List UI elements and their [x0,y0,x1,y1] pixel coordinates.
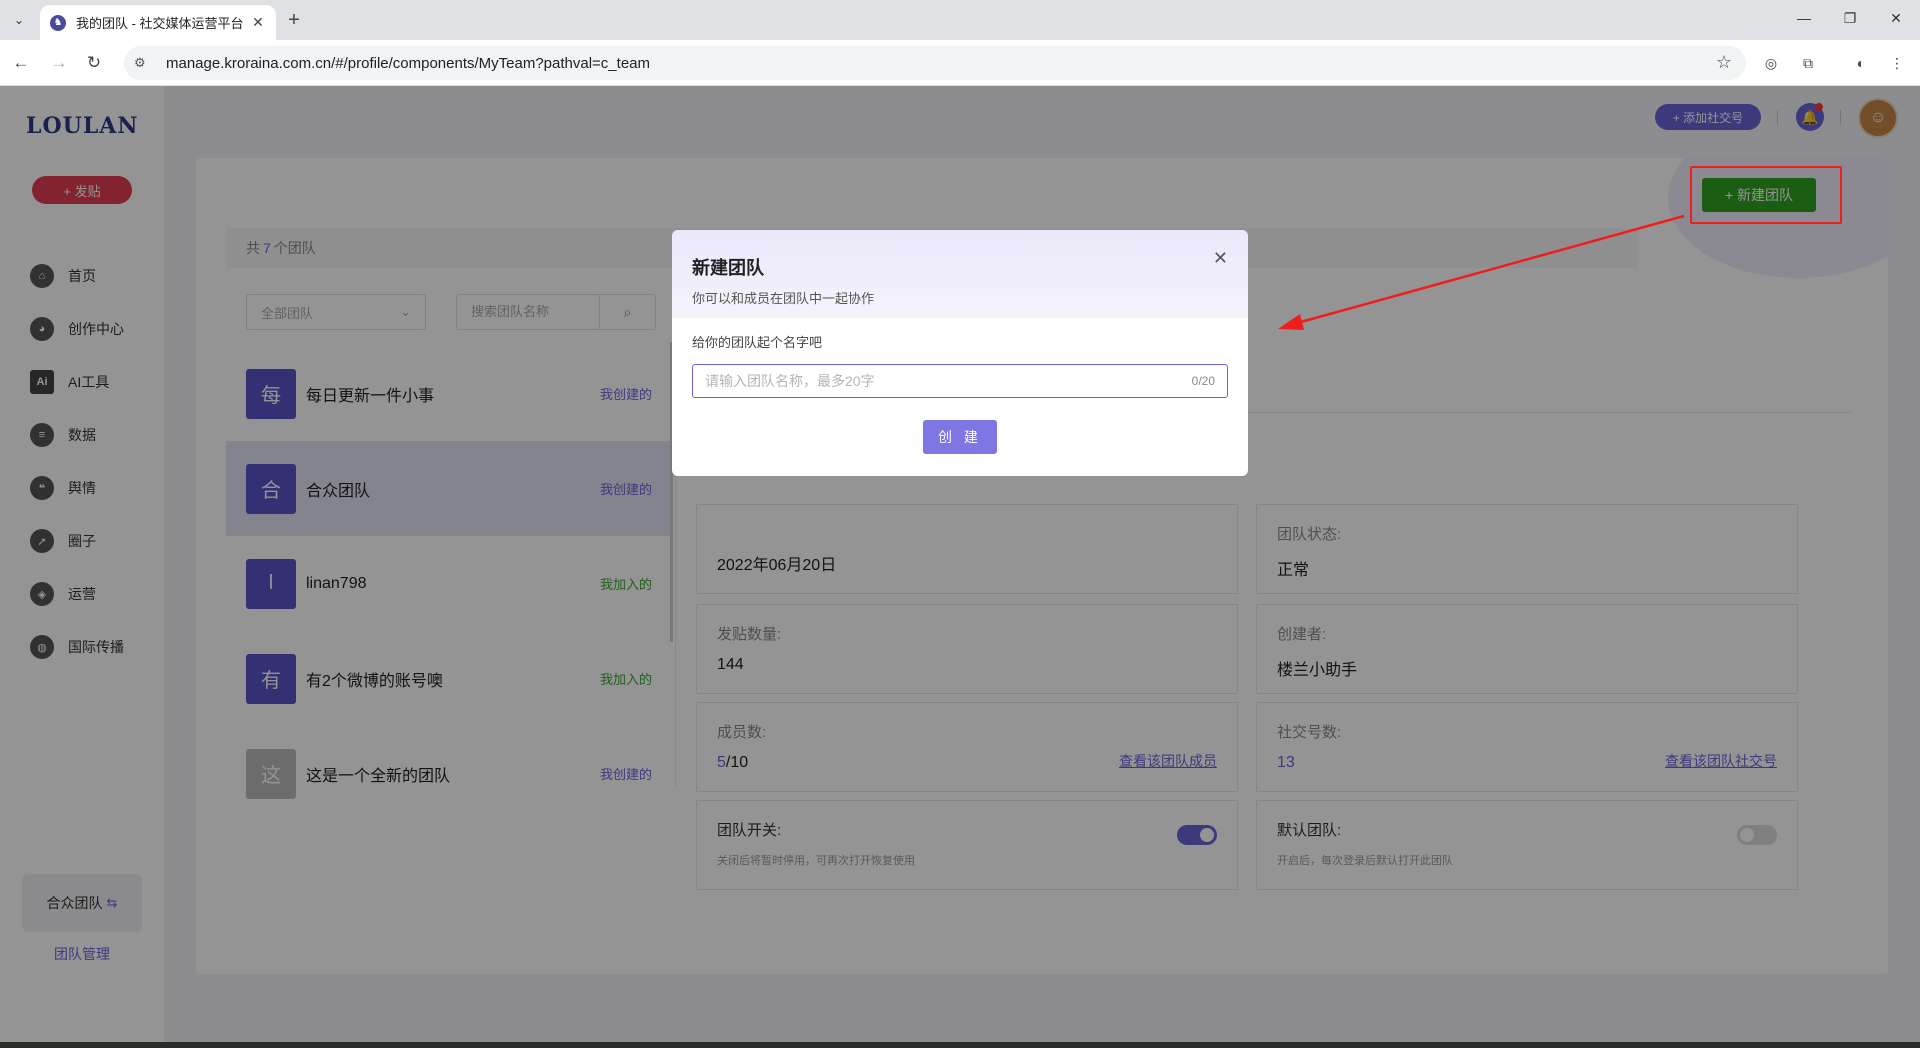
tab-title: 我的团队 - 社交媒体运营平台 [76,16,244,31]
forward-icon[interactable]: → [48,52,70,74]
team-name-input[interactable] [705,373,1192,389]
url-text: manage.kroraina.com.cn/#/profile/compone… [166,54,650,72]
team-name-field: 0/20 [692,364,1228,398]
browser-menu-icon[interactable]: ⋮ [1886,52,1908,74]
create-team-button[interactable]: 创 建 [923,420,997,454]
close-icon[interactable]: ✕ [1213,248,1228,269]
bookmark-star-icon[interactable]: ☆ [1716,52,1732,73]
address-bar[interactable]: ⚙ manage.kroraina.com.cn/#/profile/compo… [124,46,1746,80]
site-favicon-icon: ♞ [50,14,66,31]
extensions-puzzle-icon[interactable]: ⧉ [1797,52,1819,74]
modal-prompt: 给你的团队起个名字吧 [692,335,823,350]
os-taskbar [0,1042,1920,1048]
site-info-icon[interactable]: ⚙ [134,55,156,71]
browser-tab-active[interactable]: ♞ 我的团队 - 社交媒体运营平台 ✕ [40,5,276,40]
reload-icon[interactable]: ↻ [83,52,105,74]
extension-circle-icon[interactable]: ◎ [1760,52,1782,74]
new-tab-icon[interactable]: + [283,9,305,31]
restore-icon[interactable]: ❐ [1840,10,1860,27]
modal-subtitle: 你可以和成员在团队中一起协作 [692,291,875,306]
minimize-icon[interactable]: — [1794,10,1814,26]
annotation-highlight-box [1690,166,1842,224]
back-icon[interactable]: ← [10,52,32,74]
profile-icon[interactable]: ◐ [1850,52,1872,74]
browser-tabbar: ⌄ ♞ 我的团队 - 社交媒体运营平台 ✕ + — ❐ ✕ [0,0,1920,40]
char-counter: 0/20 [1191,374,1215,388]
new-team-modal: 新建团队 你可以和成员在团队中一起协作 ✕ 给你的团队起个名字吧 0/20 创 … [672,230,1248,476]
modal-header: 新建团队 你可以和成员在团队中一起协作 ✕ [672,230,1248,318]
tab-close-icon[interactable]: ✕ [250,14,266,31]
browser-toolbar: ← → ↻ ⚙ manage.kroraina.com.cn/#/profile… [0,40,1920,86]
modal-title: 新建团队 [692,258,764,278]
close-window-icon[interactable]: ✕ [1886,10,1906,27]
tab-search-icon[interactable]: ⌄ [8,9,30,31]
